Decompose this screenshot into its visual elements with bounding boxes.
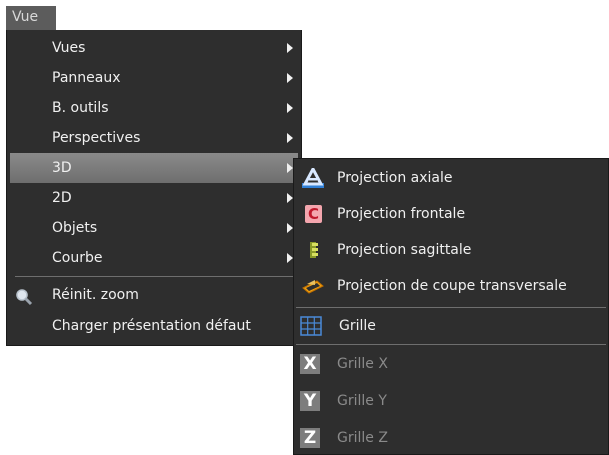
menu-item-panneaux[interactable]: Panneaux <box>7 63 301 93</box>
menu-item-perspectives[interactable]: Perspectives <box>7 123 301 153</box>
z-axis-icon: Z <box>300 428 320 448</box>
x-axis-icon: X <box>300 354 320 374</box>
menu-item-label: Vues <box>52 40 86 56</box>
submenu-arrow-icon <box>287 43 293 53</box>
menu-item-label: B. outils <box>52 100 109 116</box>
menu-item-label: Projection frontale <box>337 206 466 222</box>
menu-item-label: 3D <box>52 160 72 176</box>
menu-item-label: Objets <box>52 220 98 236</box>
menu-item-projection-frontale[interactable]: C Projection frontale <box>294 199 608 229</box>
menu-vue[interactable]: Vue <box>6 6 56 30</box>
menu-separator <box>296 307 606 308</box>
menu-item-b-outils[interactable]: B. outils <box>7 93 301 123</box>
sagittal-projection-icon <box>308 240 320 271</box>
menu-item-label: Projection axiale <box>337 170 453 186</box>
menu-item-charger-presentation[interactable]: Charger présentation défaut <box>7 311 301 341</box>
view-menu: Vues Panneaux B. outils Perspectives 3D … <box>6 30 302 346</box>
menu-item-label: Grille X <box>337 356 388 372</box>
submenu-arrow-icon <box>287 73 293 83</box>
menu-item-courbe[interactable]: Courbe <box>7 243 301 273</box>
axial-projection-icon <box>302 165 324 199</box>
menu-item-label: Grille <box>339 318 376 334</box>
menu-item-3d[interactable]: 3D <box>10 153 298 183</box>
submenu-3d: Projection axiale C Projection frontale … <box>293 158 609 455</box>
menu-item-grille-y[interactable]: Y Grille Y <box>294 386 608 416</box>
submenu-arrow-icon <box>287 103 293 113</box>
menu-item-objets[interactable]: Objets <box>7 213 301 243</box>
menu-item-label: Perspectives <box>52 130 141 146</box>
menu-item-grille-x[interactable]: X Grille X <box>294 349 608 379</box>
menu-item-projection-transversale[interactable]: Projection de coupe transversale <box>294 271 608 301</box>
menu-item-label: Projection de coupe transversale <box>337 278 567 294</box>
menu-item-vues[interactable]: Vues <box>7 33 301 63</box>
menu-item-label: Charger présentation défaut <box>52 318 251 334</box>
menu-separator <box>15 276 301 277</box>
menu-item-label: Projection sagittale <box>337 242 472 258</box>
menu-item-label: 2D <box>52 190 72 206</box>
menu-item-reinit-zoom[interactable]: Réinit. zoom <box>7 280 301 310</box>
menu-item-label: Grille Z <box>337 430 388 446</box>
menu-item-grille-z[interactable]: Z Grille Z <box>294 423 608 453</box>
submenu-arrow-icon <box>287 133 293 143</box>
menu-item-grille[interactable]: Grille <box>294 311 608 341</box>
menu-item-label: Panneaux <box>52 70 121 86</box>
menu-item-label: Grille Y <box>337 393 387 409</box>
y-axis-icon: Y <box>300 391 320 411</box>
menu-item-projection-sagittale[interactable]: Projection sagittale <box>294 235 608 265</box>
frontal-projection-icon: C <box>305 205 322 223</box>
grid-icon <box>300 316 322 347</box>
menu-item-label: Courbe <box>52 250 103 266</box>
transverse-projection-icon <box>301 277 325 307</box>
menu-separator <box>296 344 606 345</box>
menu-item-2d[interactable]: 2D <box>7 183 301 213</box>
menu-item-projection-axiale[interactable]: Projection axiale <box>294 163 608 193</box>
menu-item-label: Réinit. zoom <box>52 287 139 303</box>
